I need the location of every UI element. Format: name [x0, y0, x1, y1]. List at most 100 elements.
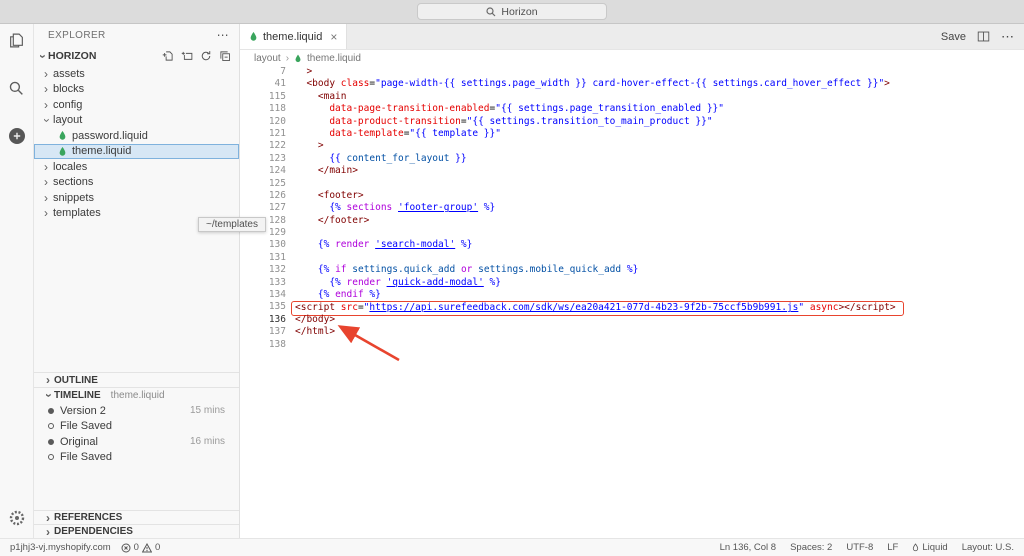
more-actions-icon[interactable]: ⋯	[217, 28, 229, 42]
encoding[interactable]: UTF-8	[846, 542, 873, 553]
line-number: 130	[240, 239, 286, 251]
editor-more-icon[interactable]: ⋯	[1001, 29, 1014, 45]
code-line-128[interactable]: 128 </footer>	[240, 215, 1024, 227]
tree-item-password-liquid[interactable]: password.liquid	[34, 128, 239, 144]
code-line-121[interactable]: 121 data-template="{{ template }}"	[240, 128, 1024, 140]
tree-item-assets[interactable]: ›assets	[34, 66, 239, 82]
command-center[interactable]: Horizon	[417, 3, 607, 20]
tree-item-label: sections	[53, 176, 93, 188]
indentation[interactable]: Spaces: 2	[790, 542, 832, 553]
code-line-118[interactable]: 118 data-page-transition-enabled="{{ set…	[240, 103, 1024, 115]
warning-count: 0	[155, 542, 160, 553]
code-line-124[interactable]: 124 </main>	[240, 165, 1024, 177]
cursor-position[interactable]: Ln 136, Col 8	[720, 542, 777, 553]
line-number: 135	[240, 301, 286, 313]
timeline-section[interactable]: › TIMELINE theme.liquid	[34, 387, 239, 402]
editor: theme.liquid × Save ⋯ layout › theme.liq…	[240, 24, 1024, 538]
code-line-133[interactable]: 133 {% render 'quick-add-modal' %}	[240, 277, 1024, 289]
code-line-130[interactable]: 130 {% render 'search-modal' %}	[240, 239, 1024, 251]
split-editor-icon[interactable]	[977, 30, 990, 43]
close-icon[interactable]: ×	[330, 30, 337, 44]
code-line-136[interactable]: 136</body>	[240, 314, 1024, 326]
code-line-content: >	[286, 66, 1024, 78]
code-line-138[interactable]: 138	[240, 339, 1024, 351]
chevron-right-icon: ›	[44, 99, 48, 111]
chevron-right-icon: ›	[44, 207, 48, 219]
code-line-129[interactable]: 129	[240, 227, 1024, 239]
tab-theme-liquid[interactable]: theme.liquid ×	[240, 24, 347, 49]
problems-indicator[interactable]: 0 0	[121, 542, 161, 553]
code-line-137[interactable]: 137</html>	[240, 326, 1024, 338]
breadcrumb-folder[interactable]: layout	[254, 53, 281, 64]
tree-item-theme-liquid[interactable]: theme.liquid	[34, 144, 239, 160]
code-line-127[interactable]: 127 {% sections 'footer-group' %}	[240, 202, 1024, 214]
sidebar: EXPLORER ⋯ › HORIZON ›assets›blocks›conf…	[34, 24, 240, 538]
references-label: REFERENCES	[54, 512, 122, 523]
extension-icon[interactable]	[5, 124, 29, 148]
code-line-135[interactable]: 135<script src="https://api.surefeedback…	[240, 301, 1024, 313]
tree-item-locales[interactable]: ›locales	[34, 159, 239, 175]
tab-label: theme.liquid	[263, 31, 322, 43]
workspace-root[interactable]: › HORIZON	[34, 46, 239, 66]
line-number: 123	[240, 153, 286, 165]
code-line-content: </footer>	[286, 215, 1024, 227]
new-folder-icon[interactable]	[181, 50, 193, 62]
chevron-down-icon: ›	[37, 54, 49, 58]
code-line-123[interactable]: 123 {{ content_for_layout }}	[240, 153, 1024, 165]
timeline-item[interactable]: Original16 mins	[34, 434, 239, 450]
code-line-126[interactable]: 126 <footer>	[240, 190, 1024, 202]
error-count: 0	[134, 542, 139, 553]
code-line-content: {% endif %}	[286, 289, 1024, 301]
new-file-icon[interactable]	[162, 50, 174, 62]
code-line-120[interactable]: 120 data-product-transition="{{ settings…	[240, 116, 1024, 128]
code-line-131[interactable]: 131	[240, 252, 1024, 264]
timeline-item[interactable]: Version 215 mins	[34, 403, 239, 419]
liquid-file-icon	[58, 146, 67, 157]
tree-item-label: assets	[53, 68, 85, 80]
code-line-content: </main>	[286, 165, 1024, 177]
tree-item-label: snippets	[53, 192, 94, 204]
settings-gear-icon[interactable]	[5, 506, 29, 530]
chevron-right-icon: ›	[46, 374, 50, 386]
keyboard-layout[interactable]: Layout: U.S.	[962, 542, 1014, 553]
chevron-right-icon: ›	[46, 526, 50, 538]
code-line-content: <footer>	[286, 190, 1024, 202]
explorer-icon[interactable]	[5, 28, 29, 52]
save-button[interactable]: Save	[941, 31, 966, 43]
code-line-content: <script src="https://api.surefeedback.co…	[286, 301, 1024, 313]
language-mode[interactable]: Liquid	[912, 542, 947, 553]
code-line-41[interactable]: 41 <body class="page-width-{{ settings.p…	[240, 78, 1024, 90]
code-line-7[interactable]: 7 >	[240, 66, 1024, 78]
references-section[interactable]: › REFERENCES	[34, 510, 239, 524]
timeline-item[interactable]: File Saved	[34, 450, 239, 466]
timeline-item[interactable]: File Saved	[34, 419, 239, 435]
code-line-125[interactable]: 125	[240, 178, 1024, 190]
line-number: 134	[240, 289, 286, 301]
code-line-134[interactable]: 134 {% endif %}	[240, 289, 1024, 301]
search-activity-icon[interactable]	[5, 76, 29, 100]
refresh-icon[interactable]	[200, 50, 212, 62]
code-line-content: <body class="page-width-{{ settings.page…	[286, 78, 1024, 90]
collapse-all-icon[interactable]	[219, 50, 231, 62]
tab-bar: theme.liquid × Save ⋯	[240, 24, 1024, 50]
timeline-list: Version 215 minsFile SavedOriginal16 min…	[34, 402, 239, 465]
code-line-132[interactable]: 132 {% if settings.quick_add or settings…	[240, 264, 1024, 276]
code-line-115[interactable]: 115 <main	[240, 91, 1024, 103]
tree-item-config[interactable]: ›config	[34, 97, 239, 113]
breadcrumb-file[interactable]: theme.liquid	[307, 53, 361, 64]
outline-section[interactable]: › OUTLINE	[34, 372, 239, 387]
tree-item-layout[interactable]: ›layout	[34, 113, 239, 129]
tree-item-blocks[interactable]: ›blocks	[34, 82, 239, 98]
remote-site[interactable]: p1jhj3-vj.myshopify.com	[10, 542, 111, 553]
dependencies-section[interactable]: › DEPENDENCIES	[34, 524, 239, 538]
save-dot-icon	[48, 454, 54, 460]
code-line-122[interactable]: 122 >	[240, 140, 1024, 152]
tree-item-snippets[interactable]: ›snippets	[34, 190, 239, 206]
version-dot-icon	[48, 408, 54, 414]
code-line-content	[286, 252, 1024, 264]
sidebar-bottom-panels: › REFERENCES › DEPENDENCIES	[34, 510, 239, 538]
code-line-content: {{ content_for_layout }}	[286, 153, 1024, 165]
tree-item-sections[interactable]: ›sections	[34, 175, 239, 191]
eol[interactable]: LF	[887, 542, 898, 553]
code-line-content: {% render 'quick-add-modal' %}	[286, 277, 1024, 289]
